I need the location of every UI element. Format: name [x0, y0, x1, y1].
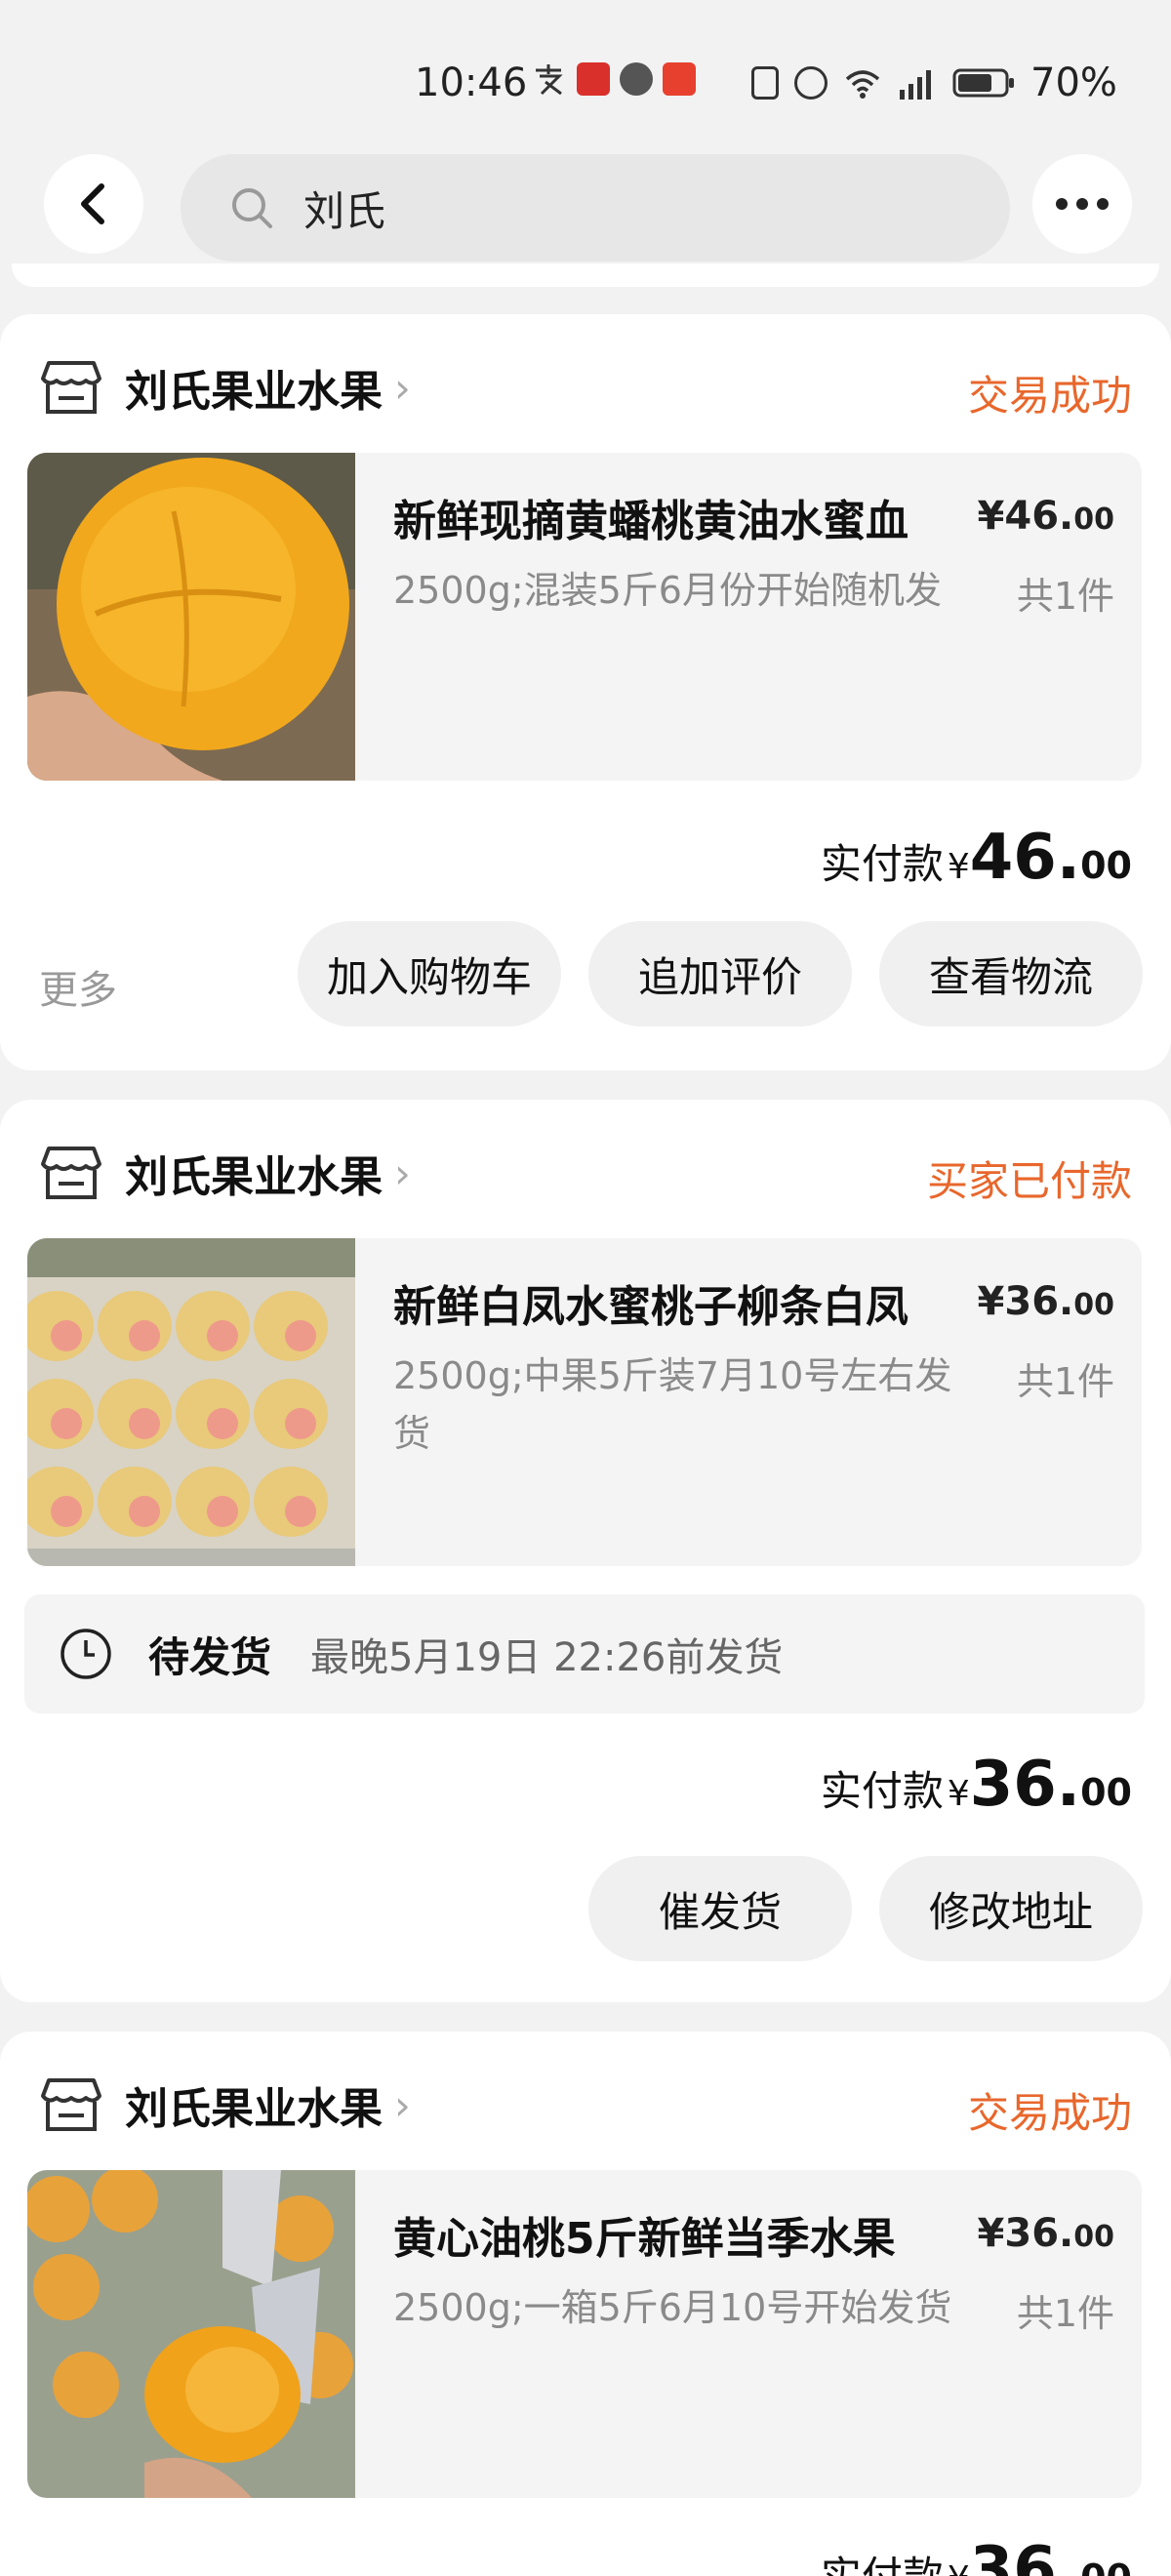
- product-spec: 2500g;中果5斤装7月10号左右发货: [393, 1354, 952, 1455]
- status-time: 10:46: [415, 60, 528, 105]
- product-quantity: 共1件: [1016, 1360, 1114, 1403]
- hand-icon: [620, 62, 653, 96]
- shipping-notice: 待发货 最晚5月19日 22:26前发货: [24, 1594, 1145, 1713]
- product-image: [27, 453, 355, 781]
- shop-name: 刘氏果业水果: [125, 1152, 383, 1202]
- shop-link[interactable]: 刘氏果业水果 ›: [39, 2071, 411, 2139]
- product-price: ¥36.00: [977, 1279, 1114, 1324]
- product-item[interactable]: 新鲜白凤水蜜桃子柳条白凤 ¥36.00 2500g;中果5斤装7月10号左右发货…: [27, 1238, 1142, 1566]
- signal-icon: [900, 70, 931, 100]
- product-quantity: 共1件: [1016, 575, 1114, 618]
- more-link[interactable]: 更多: [39, 958, 117, 1015]
- paid-amount: 实付款 ¥46. 00: [820, 822, 1132, 894]
- search-header: 刘氏: [0, 146, 1171, 263]
- nfc-icon: [751, 66, 779, 100]
- search-query: 刘氏: [303, 186, 386, 235]
- paid-amount: 实付款¥36.00: [820, 1749, 1132, 1821]
- product-item[interactable]: 黄心油桃5斤新鲜当季水果 ¥36.00 2500g;一箱5斤6月10号开始发货 …: [27, 2170, 1142, 2498]
- product-image: [27, 2170, 355, 2498]
- more-options-button[interactable]: [1032, 154, 1132, 254]
- shipping-status: 待发货: [148, 1632, 272, 1681]
- wifi-icon: [845, 70, 880, 99]
- product-price: ¥36.00: [977, 2211, 1114, 2256]
- chevron-right-icon: ›: [394, 363, 411, 412]
- product-image: [27, 1238, 355, 1566]
- chevron-right-icon: ›: [394, 2080, 411, 2129]
- back-button[interactable]: [44, 154, 143, 254]
- search-input[interactable]: 刘氏: [181, 154, 1010, 262]
- alarm-icon: [794, 66, 828, 100]
- order-card: 刘氏果业水果 › 交易成功 黄心油桃5斤新鲜当季水果 ¥36.00 2500g;…: [0, 2032, 1171, 2576]
- chevron-right-icon: ›: [394, 1148, 411, 1197]
- search-icon: [232, 188, 272, 228]
- order-card: 刘氏果业水果 › 交易成功 新鲜现摘黄蟠桃黄油水蜜血 ¥46.00 2500g;…: [0, 314, 1171, 1070]
- shop-link[interactable]: 刘氏果业水果 ›: [39, 353, 411, 422]
- shop-link[interactable]: 刘氏果业水果 ›: [39, 1139, 411, 1207]
- shipping-deadline: 最晚5月19日 22:26前发货: [310, 1635, 784, 1680]
- order-status: 买家已付款: [926, 1157, 1132, 1205]
- dot-icon: [1097, 198, 1109, 210]
- status-bar: 10:46 70%: [0, 0, 1171, 146]
- notification-icons: [532, 62, 696, 96]
- change-address-button[interactable]: 修改地址: [879, 1856, 1143, 1961]
- store-icon: [41, 1147, 101, 1199]
- order-status: 交易成功: [967, 2089, 1132, 2137]
- app-red-icon: [577, 62, 610, 96]
- product-spec: 2500g;一箱5斤6月10号开始发货: [393, 2286, 952, 2329]
- order-status: 交易成功: [967, 372, 1132, 420]
- alipay-icon: [536, 64, 563, 96]
- product-item[interactable]: 新鲜现摘黄蟠桃黄油水蜜血 ¥46.00 2500g;混装5斤6月份开始随机发 共…: [27, 453, 1142, 781]
- order-card: 刘氏果业水果 › 买家已付款 新鲜白凤水蜜桃子柳条白凤 ¥36.00 2500g…: [0, 1100, 1171, 2002]
- paid-amount: 实付款¥36.00: [821, 2534, 1132, 2576]
- shop-name: 刘氏果业水果: [125, 2084, 383, 2134]
- product-quantity: 共1件: [1016, 2292, 1114, 2335]
- dot-icon: [1076, 198, 1088, 210]
- battery-icon: [952, 68, 1014, 98]
- shop-name: 刘氏果业水果: [125, 367, 383, 417]
- app-red-pay-icon: [663, 62, 696, 96]
- previous-card-edge: [12, 263, 1159, 287]
- urge-shipping-button[interactable]: 催发货: [588, 1856, 852, 1961]
- store-icon: [41, 361, 101, 414]
- dot-icon: [1056, 198, 1068, 210]
- system-icons: 70%: [751, 60, 1117, 105]
- store-icon: [41, 2078, 101, 2131]
- product-title: 新鲜现摘黄蟠桃黄油水蜜血: [393, 497, 909, 546]
- product-price: ¥46.00: [977, 494, 1114, 539]
- battery-level: 70%: [1030, 60, 1117, 105]
- clock-icon: [61, 1629, 111, 1679]
- view-logistics-button[interactable]: 查看物流: [879, 921, 1143, 1026]
- product-title: 黄心油桃5斤新鲜当季水果: [393, 2214, 896, 2264]
- product-spec: 2500g;混装5斤6月份开始随机发: [393, 569, 942, 612]
- add-review-button[interactable]: 追加评价: [588, 921, 852, 1026]
- add-to-cart-button[interactable]: 加入购物车: [298, 921, 561, 1026]
- chevron-left-icon: [81, 183, 104, 224]
- product-title: 新鲜白凤水蜜桃子柳条白凤: [393, 1282, 909, 1332]
